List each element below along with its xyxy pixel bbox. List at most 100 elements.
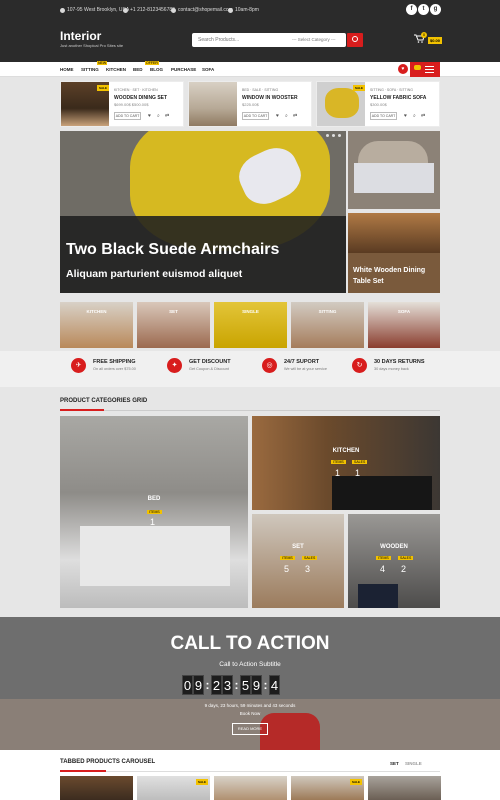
carousel-product-thumb[interactable] (60, 776, 133, 800)
feature-title: 24/7 SUPORT (284, 359, 320, 365)
nav-item-bed[interactable]: BED (133, 67, 143, 72)
google-icon[interactable]: g (430, 4, 441, 15)
nav-item-sofa[interactable]: SOFA (202, 67, 214, 72)
grid-tile-wooden[interactable]: WOODEN ITEMS SALES 4 2 (348, 514, 440, 608)
search-button[interactable] (347, 33, 363, 47)
support-icon: ◎ (262, 358, 277, 373)
cart-total[interactable]: $0.00 (428, 37, 443, 44)
search-box: --- Select Category --- (192, 33, 346, 47)
countdown-digit: 5 (240, 675, 251, 695)
nav-item-kitchen[interactable]: KITCHEN (106, 67, 126, 72)
feature-title: GET DISCOUNT (189, 359, 231, 365)
nav-item-sitting[interactable]: SITTING (81, 67, 99, 72)
wishlist-icon[interactable]: ♥ (398, 64, 408, 74)
bed-shape (354, 163, 434, 193)
countdown-separator: : (234, 678, 239, 692)
nav-item-blog[interactable]: BLOG (150, 67, 163, 72)
grid-tile-kitchen[interactable]: KITCHEN ITEMS SALES 1 1 (252, 416, 440, 510)
bed-shape (80, 526, 230, 586)
items-count: 1 (150, 517, 156, 527)
compare-icon[interactable]: ⇄ (293, 113, 297, 119)
product-card[interactable]: SALE KITCHEN · SET · KITCHEN WOODEN DINI… (60, 81, 184, 127)
phone-icon (123, 7, 128, 13)
feature-title: 30 DAYS RETURNS (374, 359, 425, 365)
nav-item-purchase[interactable]: PURCHASE (171, 67, 196, 72)
countdown-separator: : (205, 678, 210, 692)
side-banner-dining[interactable]: White Wooden Dining Table Set (348, 213, 440, 293)
product-category: BED · SALE · SITTING (242, 88, 279, 92)
menu-badge (414, 65, 421, 70)
category-tile-set[interactable]: SET (137, 302, 210, 348)
category-tile-single[interactable]: SINGLE (214, 302, 287, 348)
slider-dots[interactable] (326, 134, 341, 137)
sales-count: 3 (305, 564, 311, 574)
features-bar: ✈ FREE SHIPPING On all orders over $75.0… (0, 351, 500, 387)
category-tile-kitchen[interactable]: KITCHEN (60, 302, 133, 348)
menu-button[interactable] (410, 62, 440, 77)
menu-bar-icon (425, 66, 434, 68)
section-divider (60, 410, 440, 411)
chair-shape (358, 584, 398, 608)
site-logo[interactable]: Interior (60, 29, 101, 43)
compare-icon[interactable]: ⇄ (165, 113, 169, 119)
feature-sub: 30 days money back (374, 367, 409, 371)
slider-dot[interactable] (338, 134, 341, 137)
product-name[interactable]: WOODEN DINING SET (114, 95, 167, 101)
compare-icon[interactable]: ⇄ (421, 113, 425, 119)
cart-count-badge: 0 (421, 32, 427, 38)
product-name[interactable]: WINDOW IN WOOSTER (242, 95, 298, 101)
product-name[interactable]: YELLOW FABRIC SOFA (370, 95, 426, 101)
product-card[interactable]: SALE SITTING · SOFA · SITTING YELLOW FAB… (316, 81, 440, 127)
search-icon[interactable]: ⌕ (413, 113, 416, 119)
site-header: Interior Just another Shopical Pro Sites… (0, 20, 500, 62)
category-tile-sofa[interactable]: SOFA (368, 302, 440, 348)
section-underline (60, 409, 104, 411)
grid-tile-set[interactable]: SET ITEMS SALES 5 3 (252, 514, 344, 608)
wishlist-icon[interactable]: ♥ (404, 113, 407, 119)
feature-sub: Get Coupon & Discount (189, 367, 229, 371)
sales-count: 1 (355, 468, 361, 478)
hero-slider[interactable]: Two Black Suede Armchairs Aliquam partur… (60, 131, 346, 293)
phone-text[interactable]: +1 212-8123456789 (130, 7, 175, 13)
slider-dot[interactable] (332, 134, 335, 137)
location-icon (60, 7, 65, 13)
wishlist-icon[interactable]: ♥ (148, 113, 151, 119)
search-icon[interactable]: ⌕ (157, 113, 160, 119)
category-select[interactable]: --- Select Category --- (292, 37, 336, 42)
add-to-cart-button[interactable]: ADD TO CART (114, 112, 141, 120)
add-to-cart-button[interactable]: ADD TO CART (242, 112, 269, 120)
carousel-product-thumb[interactable] (368, 776, 441, 800)
search-icon[interactable]: ⌕ (285, 113, 288, 119)
add-to-cart-button[interactable]: ADD TO CART (370, 112, 397, 120)
grid-tile-title: WOODEN (380, 544, 408, 550)
offer-tag: OFFER (145, 61, 159, 65)
side-banner-bedroom[interactable] (348, 131, 440, 209)
category-tile-sitting[interactable]: SITTING (291, 302, 364, 348)
grid-tile-title: BED (147, 496, 161, 502)
product-image[interactable] (189, 82, 237, 126)
search-input[interactable] (198, 35, 278, 45)
book-now-text: Book Now (239, 711, 261, 716)
section-title: TABBED PRODUCTS CAROUSEL (60, 759, 156, 765)
carousel-product-thumb[interactable] (214, 776, 287, 800)
sofa-shape (325, 88, 359, 118)
site-tagline: Just another Shopical Pro Sites site (60, 43, 124, 48)
read-more-button[interactable]: READ MORE (232, 723, 268, 735)
phone-info[interactable]: +1 212-8123456789 (123, 7, 175, 13)
items-count: 4 (380, 564, 386, 574)
nav-item-home[interactable]: HOME (60, 67, 74, 72)
twitter-icon[interactable]: t (418, 4, 429, 15)
menu-bar-icon (425, 72, 434, 74)
wishlist-icon[interactable]: ♥ (276, 113, 279, 119)
tab-single[interactable]: SINGLE (405, 761, 422, 766)
category-label: SITTING (318, 309, 337, 314)
section-divider (60, 771, 440, 772)
email-text[interactable]: contact@shopemail.com (178, 7, 233, 13)
countdown-digit: 4 (269, 675, 280, 695)
grid-tile-bed[interactable]: BED ITEMS 1 (60, 416, 248, 608)
product-card[interactable]: BED · SALE · SITTING WINDOW IN WOOSTER $… (188, 81, 312, 127)
email-info[interactable]: contact@shopemail.com (171, 7, 233, 13)
tab-set[interactable]: SET (390, 761, 399, 766)
slider-dot[interactable] (326, 134, 329, 137)
facebook-icon[interactable]: f (406, 4, 417, 15)
